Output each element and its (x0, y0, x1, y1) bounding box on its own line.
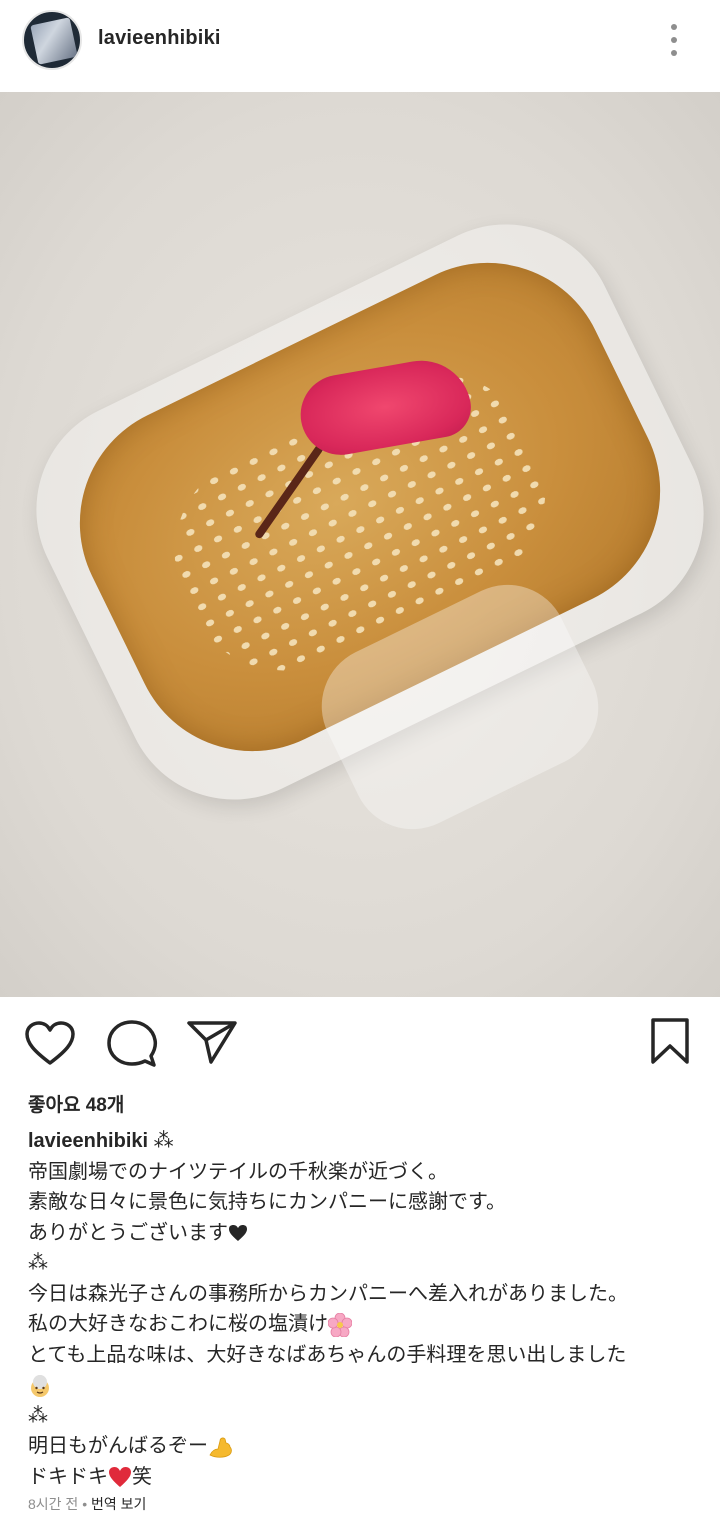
flexed-biceps-icon (209, 1437, 232, 1458)
red-heart-icon (109, 1467, 131, 1488)
caption-line: 素敵な日々に景色に気持ちにカンパニーに感謝です。 (28, 1191, 506, 1213)
caption-line: 笑 (132, 1465, 152, 1488)
meta-separator: • (78, 1496, 92, 1512)
post-username[interactable]: lavieenhibiki (98, 27, 221, 50)
caption-line: ⁂ (28, 1404, 48, 1427)
see-translation-link[interactable]: 번역 보기 (91, 1496, 146, 1512)
caption-line: ⁂ (153, 1130, 174, 1152)
heart-outline-icon[interactable] (24, 1021, 76, 1067)
caption-username[interactable]: lavieenhibiki (28, 1130, 148, 1152)
post-image[interactable] (0, 92, 720, 997)
caption-line: とても上品な味は、大好きなばあちゃんの手料理を思い出しました (28, 1343, 627, 1366)
bookmark-icon[interactable] (650, 1017, 690, 1065)
action-bar (0, 997, 720, 1087)
paper-plane-icon[interactable] (186, 1019, 238, 1065)
post-caption: lavieenhibiki ⁂ 帝国劇場でのナイツテイルの千秋楽が近づく。 素敵… (28, 1126, 708, 1492)
caption-line: ありがとうございます (28, 1221, 228, 1244)
like-count[interactable]: 좋아요 48개 (28, 1090, 124, 1117)
comment-bubble-icon[interactable] (106, 1019, 158, 1069)
post-timestamp: 8시간 전 (28, 1496, 79, 1512)
caption-line: 明日もがんばるぞー (28, 1435, 208, 1457)
old-woman-icon (31, 1374, 49, 1397)
avatar[interactable] (22, 10, 82, 70)
caption-line: 帝国劇場でのナイツテイルの千秋楽が近づく。 (28, 1160, 448, 1183)
post-meta: 8시간 전 • 번역 보기 (28, 1494, 146, 1514)
black-heart-icon (229, 1225, 247, 1242)
caption-line: 今日は森光子さんの事務所からカンパニーへ差入れがありました。 (28, 1282, 628, 1305)
cherry-blossom-icon (328, 1312, 352, 1337)
caption-line: ⁂ (28, 1252, 48, 1274)
caption-line: ドキドキ (28, 1465, 108, 1488)
caption-line: 私の大好きなおこわに桜の塩漬け (28, 1313, 328, 1335)
post-header: lavieenhibiki (0, 0, 720, 92)
more-vertical-icon[interactable] (664, 22, 684, 58)
